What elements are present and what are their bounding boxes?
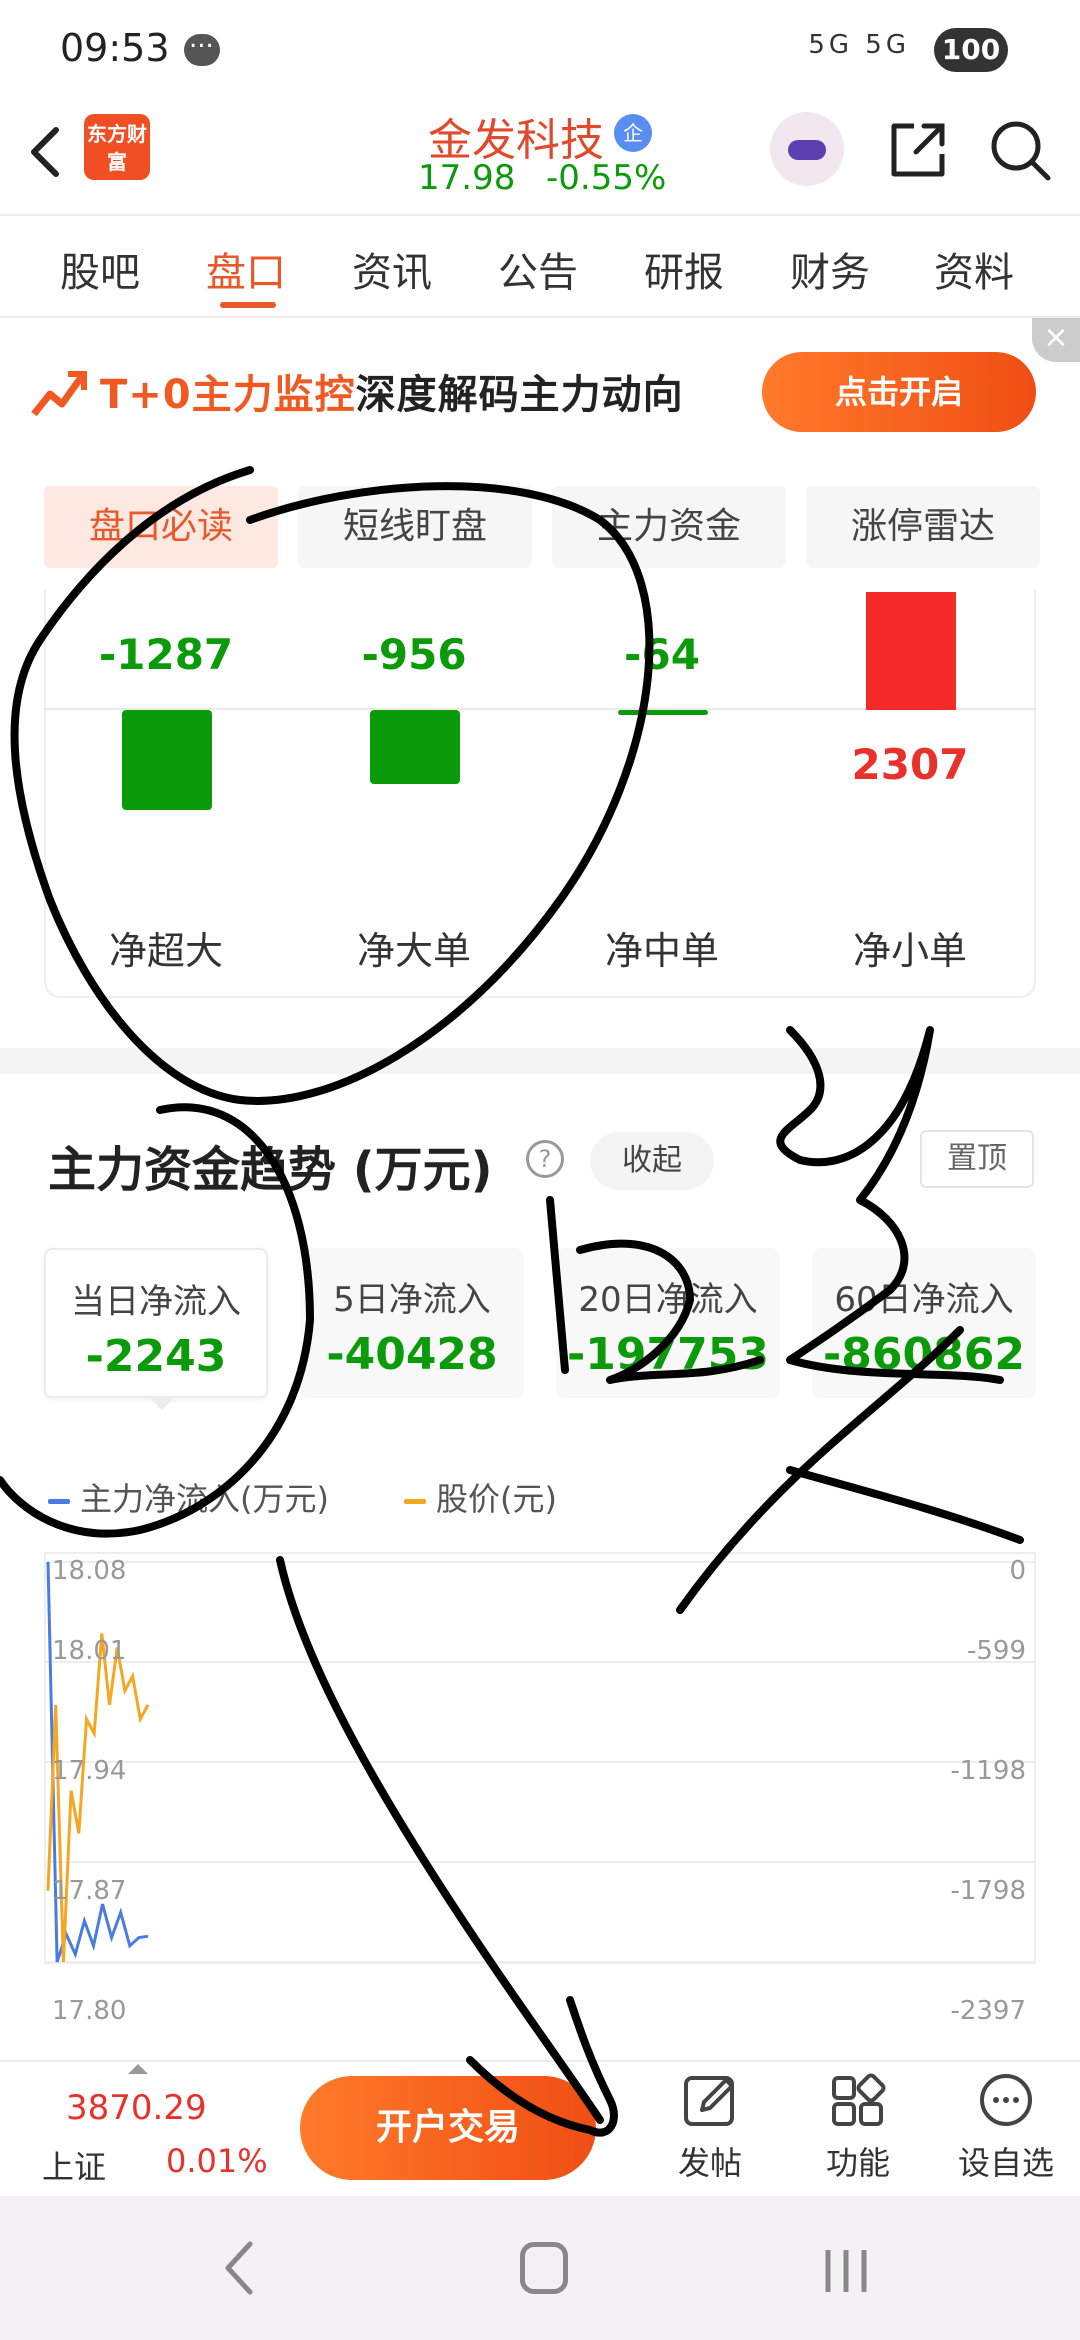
period-today[interactable]: 当日净流入 -2243 (44, 1248, 268, 1398)
grid-icon (832, 2073, 886, 2126)
enterprise-badge: 企 (614, 114, 652, 152)
left-tick: 17.87 (52, 1876, 127, 1906)
flow-value-super-large: -1287 (98, 630, 234, 679)
add-watchlist-button[interactable]: 设自选 (946, 2070, 1066, 2184)
stock-header: 东方财富 金发科技 企 17.98 -0.55% (0, 100, 1080, 216)
tab-pankou[interactable]: 盘口 (206, 240, 286, 298)
tab-guba[interactable]: 股吧 (60, 240, 140, 298)
flow-bar-large (370, 710, 460, 784)
legend-stock-price: 股价(元) (404, 1474, 557, 1520)
period-value: -2243 (85, 1331, 227, 1382)
subtab-short-term[interactable]: 短线盯盘 (298, 486, 532, 568)
pankou-subtabs: 盘口必读 短线盯盘 主力资金 涨停雷达 (44, 486, 1044, 568)
right-tick: 0 (1009, 1556, 1026, 1586)
post-label: 发帖 (677, 2144, 742, 2182)
tab-announcements[interactable]: 公告 (498, 240, 578, 298)
tab-research[interactable]: 研报 (644, 240, 724, 298)
index-change[interactable]: 0.01% (166, 2142, 268, 2180)
add-watchlist-label: 设自选 (957, 2144, 1054, 2182)
flow-value-small: 2307 (851, 740, 969, 789)
functions-button[interactable]: 功能 (798, 2070, 918, 2184)
banner-close-button[interactable]: × (1032, 318, 1080, 362)
tab-finance[interactable]: 财务 (790, 240, 870, 298)
edit-icon (684, 2076, 734, 2126)
fund-trend-title: 主力资金趋势 (万元) (48, 1142, 493, 1198)
nav-back-icon[interactable] (220, 2240, 260, 2296)
post-button[interactable]: 发帖 (650, 2070, 770, 2184)
flow-bar-super-large (122, 710, 212, 810)
left-tick: 17.80 (52, 1996, 127, 2026)
pin-top-button[interactable]: 置顶 (920, 1130, 1034, 1188)
legend-swatch-blue (48, 1498, 70, 1504)
right-tick: -1798 (950, 1876, 1026, 1906)
nav-recent-icon[interactable] (822, 2246, 870, 2296)
left-tick: 18.08 (52, 1556, 127, 1586)
right-tick: -2397 (950, 1996, 1026, 2026)
section-divider (0, 1048, 1080, 1074)
flow-label-super-large: 净超大 (108, 929, 223, 973)
functions-label: 功能 (825, 2144, 890, 2182)
search-icon[interactable] (986, 116, 1054, 184)
battery-icon: 100 (934, 28, 1008, 72)
right-tick: -599 (966, 1636, 1026, 1666)
legend-swatch-orange (404, 1498, 426, 1504)
legend-main-inflow: 主力净流入(万元) (48, 1474, 329, 1520)
signal-icons: 5G 5G (808, 30, 910, 60)
right-tick: -1198 (950, 1756, 1026, 1786)
nav-home-icon[interactable] (520, 2242, 568, 2294)
status-bar: 09:53 5G 5G 100 (0, 0, 1080, 100)
flow-value-large: -956 (361, 630, 467, 679)
banner-open-button[interactable]: 点击开启 (762, 352, 1036, 432)
assistant-robot-icon[interactable] (770, 112, 844, 186)
period-label: 当日净流入 (71, 1282, 241, 1322)
flow-bar-small (866, 592, 956, 710)
stock-tabs: 股吧 盘口 资讯 公告 研报 财务 资料 (0, 218, 1080, 318)
subtab-main-funds[interactable]: 主力资金 (552, 486, 786, 568)
period-label: 60日净流入 (834, 1280, 1014, 1320)
help-icon[interactable]: ? (526, 1140, 564, 1178)
period-20d[interactable]: 20日净流入 -197753 (556, 1248, 780, 1398)
flow-label-medium: 净中单 (604, 929, 719, 973)
index-value[interactable]: 3870.29 (66, 2088, 207, 2128)
flow-bar-medium (618, 710, 708, 715)
period-60d[interactable]: 60日净流入 -860862 (812, 1248, 1036, 1398)
open-account-button[interactable]: 开户交易 (300, 2076, 596, 2180)
active-tab-indicator (220, 302, 276, 308)
flow-label-large: 净大单 (356, 929, 471, 973)
chart-frame (44, 1552, 1036, 1964)
period-5d[interactable]: 5日净流入 -40428 (300, 1248, 524, 1398)
trend-up-icon (31, 366, 87, 418)
back-icon[interactable] (22, 122, 72, 182)
flow-label-small: 净小单 (852, 929, 967, 973)
status-time: 09:53 (60, 26, 170, 70)
period-pointer (148, 1396, 176, 1410)
collapse-button[interactable]: 收起 (590, 1132, 714, 1190)
index-name[interactable]: 上证 (42, 2142, 106, 2188)
subtab-must-read[interactable]: 盘口必读 (44, 486, 278, 568)
series-stock-price-line (46, 1633, 150, 1963)
period-value: -40428 (326, 1329, 498, 1380)
flow-value-medium: -64 (624, 630, 700, 679)
system-nav-bar (0, 2196, 1080, 2340)
banner-text: T+0主力监控深度解码主力动向 (100, 372, 684, 418)
period-label: 20日净流入 (578, 1280, 758, 1320)
tab-profile[interactable]: 资料 (934, 240, 1014, 298)
period-label: 5日净流入 (333, 1280, 491, 1320)
eastmoney-logo[interactable]: 东方财富 (84, 114, 150, 180)
stock-change: -0.55% (546, 158, 667, 198)
index-caret-icon[interactable] (128, 2064, 148, 2074)
fund-trend-chart (44, 1552, 1036, 1964)
message-icon (184, 24, 220, 66)
more-icon (980, 2074, 1032, 2126)
share-icon[interactable] (884, 116, 952, 184)
tab-news[interactable]: 资讯 (352, 240, 432, 298)
period-value: -860862 (823, 1329, 1025, 1380)
subtab-limit-up-radar[interactable]: 涨停雷达 (806, 486, 1040, 568)
period-value: -197753 (567, 1329, 769, 1380)
left-tick: 18.01 (52, 1636, 127, 1666)
left-tick: 17.94 (52, 1756, 127, 1786)
stock-price: 17.98 (418, 158, 516, 198)
promo-banner[interactable]: T+0主力监控深度解码主力动向 点击开启 (0, 330, 1080, 450)
